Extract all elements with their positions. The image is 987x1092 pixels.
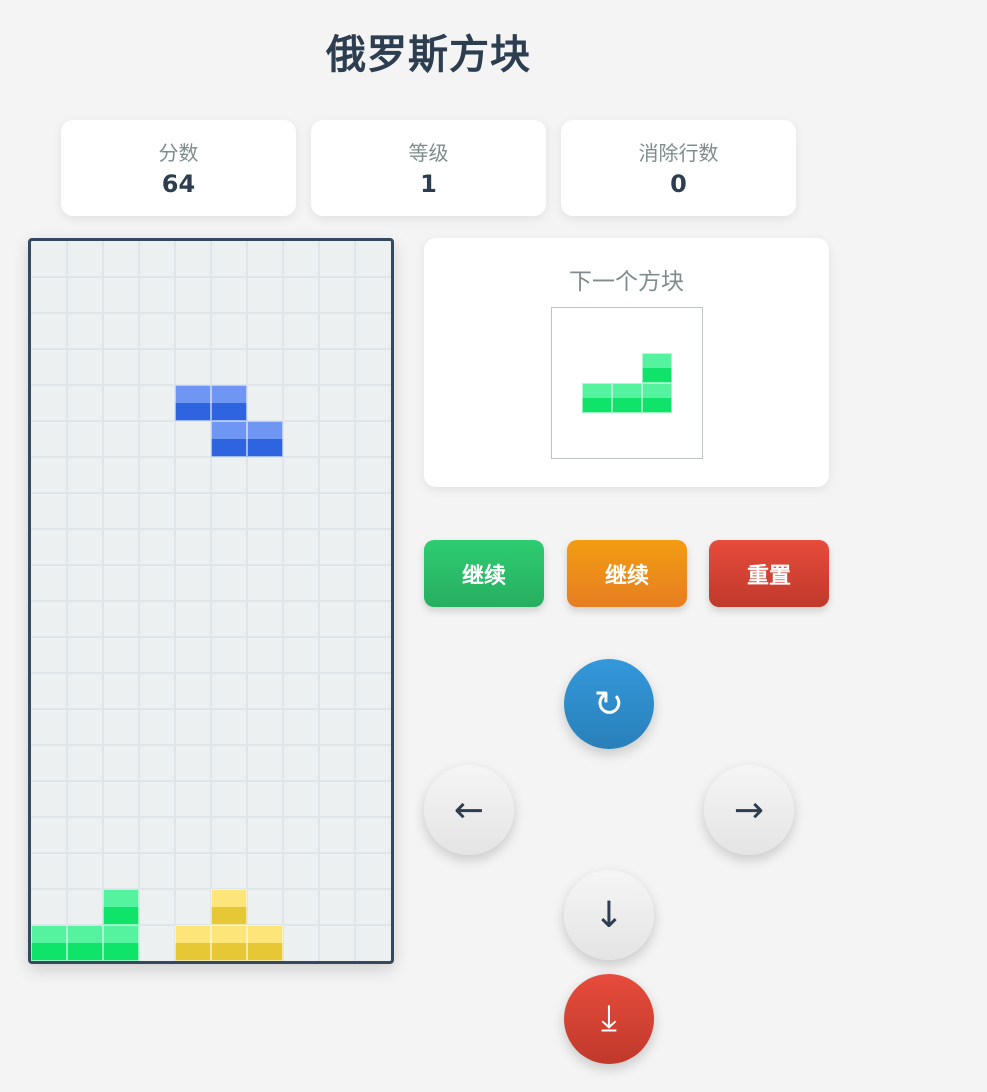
reset-button[interactable]: 重置 [709,540,829,607]
board-block [31,925,67,961]
hard-drop-icon: ⤓ [601,998,617,1039]
arrow-right-icon: → [733,789,765,831]
arrow-down-icon: ↓ [593,894,625,936]
level-label: 等级 [408,141,449,165]
score-value: 64 [161,170,196,198]
board-block [103,889,139,925]
next-piece-preview [551,307,703,459]
level-card: 等级 1 [311,120,546,216]
board-block [211,421,247,457]
next-piece-label: 下一个方块 [569,269,684,295]
level-value: 1 [420,170,437,198]
board-block [175,385,211,421]
soft-drop-button[interactable]: ↓ [564,870,654,960]
next-piece-block [642,383,672,413]
lines-card: 消除行数 0 [561,120,796,216]
resume-button-green[interactable]: 继续 [424,540,544,607]
score-label: 分数 [158,141,199,165]
lines-value: 0 [670,170,687,198]
move-left-button[interactable]: ← [424,765,514,855]
board-grid [31,241,391,961]
board-block [247,421,283,457]
arrow-left-icon: ← [453,789,485,831]
board-block [211,385,247,421]
game-title: 俄罗斯方块 [326,32,531,78]
game-board[interactable] [28,238,394,964]
rotate-icon: ↻ [593,683,625,725]
lines-label: 消除行数 [638,141,719,165]
rotate-button[interactable]: ↻ [564,659,654,749]
next-piece-block [642,353,672,383]
board-block [67,925,103,961]
board-block [211,889,247,925]
board-block [211,925,247,961]
board-block [247,925,283,961]
next-piece-panel: 下一个方块 [424,238,829,487]
next-piece-block [582,383,612,413]
next-piece-block [612,383,642,413]
move-right-button[interactable]: → [704,765,794,855]
hard-drop-button[interactable]: ⤓ [564,974,654,1064]
score-card: 分数 64 [61,120,296,216]
board-block [175,925,211,961]
board-block [103,925,139,961]
resume-button-orange[interactable]: 继续 [567,540,687,607]
